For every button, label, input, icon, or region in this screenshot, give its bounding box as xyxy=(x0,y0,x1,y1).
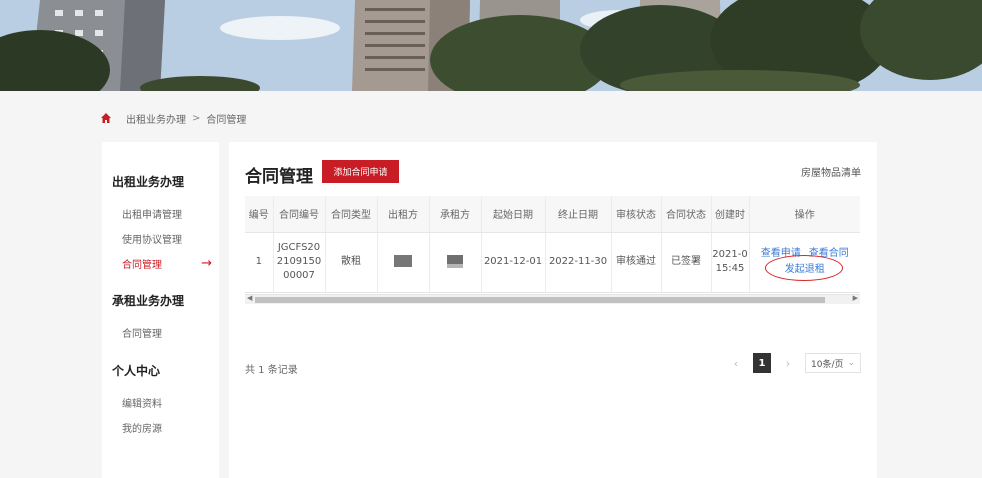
table-header-row: 编号 合同编号 合同类型 出租方 承租方 起始日期 终止日期 审核状态 合同状态… xyxy=(245,196,860,233)
breadcrumb-parent[interactable]: 出租业务办理 xyxy=(126,111,186,126)
contract-no-text: JGCFS20210915000007 xyxy=(276,242,322,281)
sidebar-item-my-houses[interactable]: 我的房源 xyxy=(122,420,212,435)
contract-table: 编号 合同编号 合同类型 出租方 承租方 起始日期 终止日期 审核状态 合同状态… xyxy=(245,196,860,294)
col-header-no: 编号 xyxy=(245,196,274,233)
scroll-right-icon[interactable]: ▶ xyxy=(853,294,858,302)
created-date: 2021-0 xyxy=(712,249,748,260)
redacted-block xyxy=(447,254,463,268)
arrow-right-icon: → xyxy=(201,255,212,271)
pagination: ‹ 1 › 10条/页 ⌄ xyxy=(729,353,861,373)
breadcrumb-separator: > xyxy=(192,112,201,124)
col-header-end: 终止日期 xyxy=(545,196,612,233)
col-header-start: 起始日期 xyxy=(481,196,546,233)
next-page-icon[interactable]: › xyxy=(781,357,795,370)
table-row: 1 JGCFS20210915000007 散租 2021-12-01 2022… xyxy=(245,232,860,293)
cell-contract-no: JGCFS20210915000007 xyxy=(273,232,326,293)
cell-no: 1 xyxy=(245,232,274,293)
col-header-created: 创建时 xyxy=(711,196,750,233)
scroll-left-icon[interactable]: ◀ xyxy=(247,294,252,302)
add-contract-button[interactable]: 添加合同申请 xyxy=(322,160,399,183)
sidebar-item-label: 合同管理 xyxy=(122,329,162,340)
col-header-contract-no: 合同编号 xyxy=(273,196,326,233)
redacted-block xyxy=(394,255,412,267)
sidebar-item-usage-agreement[interactable]: 使用协议管理 xyxy=(122,231,212,246)
total-records: 共 1 条记录 xyxy=(245,365,298,376)
sidebar-item-rent-in-contract[interactable]: 合同管理 xyxy=(122,325,212,340)
cell-type: 散租 xyxy=(325,232,378,293)
cell-ops: 查看申请 查看合同 发起退租 xyxy=(749,232,860,293)
horizontal-scrollbar[interactable]: ◀ ▶ xyxy=(245,294,860,304)
breadcrumb-current: 合同管理 xyxy=(206,114,247,126)
sidebar-group-personal: 个人中心 xyxy=(112,364,161,378)
cell-audit-status: 审核通过 xyxy=(611,232,662,293)
highlight-circle xyxy=(764,255,843,281)
created-time: 15:45 xyxy=(715,263,745,274)
header-banner xyxy=(0,0,982,91)
sidebar-item-label: 合同管理 xyxy=(122,260,162,271)
page-number-current[interactable]: 1 xyxy=(753,353,771,373)
col-header-status: 合同状态 xyxy=(661,196,712,233)
sidebar-group-rent-out: 出租业务办理 xyxy=(112,175,185,189)
col-header-lessor: 出租方 xyxy=(377,196,430,233)
cell-created: 2021-0 15:45 xyxy=(711,232,750,293)
sidebar-item-label: 出租申请管理 xyxy=(122,210,182,221)
home-icon[interactable] xyxy=(100,112,112,124)
page-title: 合同管理 xyxy=(245,167,313,187)
col-header-ops: 操作 xyxy=(749,196,860,233)
cell-lessor xyxy=(377,232,430,293)
cell-end-date: 2022-11-30 xyxy=(545,232,612,293)
page-size-select[interactable]: 10条/页 ⌄ xyxy=(805,353,861,373)
sidebar-item-edit-profile[interactable]: 编辑资料 xyxy=(122,395,212,410)
house-items-link[interactable]: 房屋物品清单 xyxy=(801,164,861,179)
col-header-lessee: 承租方 xyxy=(429,196,482,233)
sidebar-item-contract-manage[interactable]: 合同管理 → xyxy=(122,255,212,272)
page-size-value: 10条/页 xyxy=(811,359,844,370)
sidebar-item-label: 使用协议管理 xyxy=(122,235,182,246)
cell-start-date: 2021-12-01 xyxy=(481,232,546,293)
scrollbar-thumb[interactable] xyxy=(255,297,825,303)
prev-page-icon[interactable]: ‹ xyxy=(729,357,743,370)
col-header-audit: 审核状态 xyxy=(611,196,662,233)
sidebar-item-label: 编辑资料 xyxy=(122,399,162,410)
sidebar-item-rent-apply[interactable]: 出租申请管理 xyxy=(122,206,212,221)
breadcrumb: 出租业务办理 > 合同管理 xyxy=(100,110,246,126)
chevron-down-icon: ⌄ xyxy=(847,358,855,368)
cell-contract-status: 已签署 xyxy=(661,232,712,293)
banner-image xyxy=(0,0,982,91)
main-panel: 合同管理 添加合同申请 房屋物品清单 编号 合同编号 合同类型 出租方 承租方 … xyxy=(229,142,877,478)
sidebar-item-label: 我的房源 xyxy=(122,424,162,435)
sidebar: 出租业务办理 出租申请管理 使用协议管理 合同管理 → 承租业务办理 合同管理 … xyxy=(102,142,219,478)
cell-lessee xyxy=(429,232,482,293)
sidebar-group-rent-in: 承租业务办理 xyxy=(112,294,185,308)
col-header-type: 合同类型 xyxy=(325,196,378,233)
